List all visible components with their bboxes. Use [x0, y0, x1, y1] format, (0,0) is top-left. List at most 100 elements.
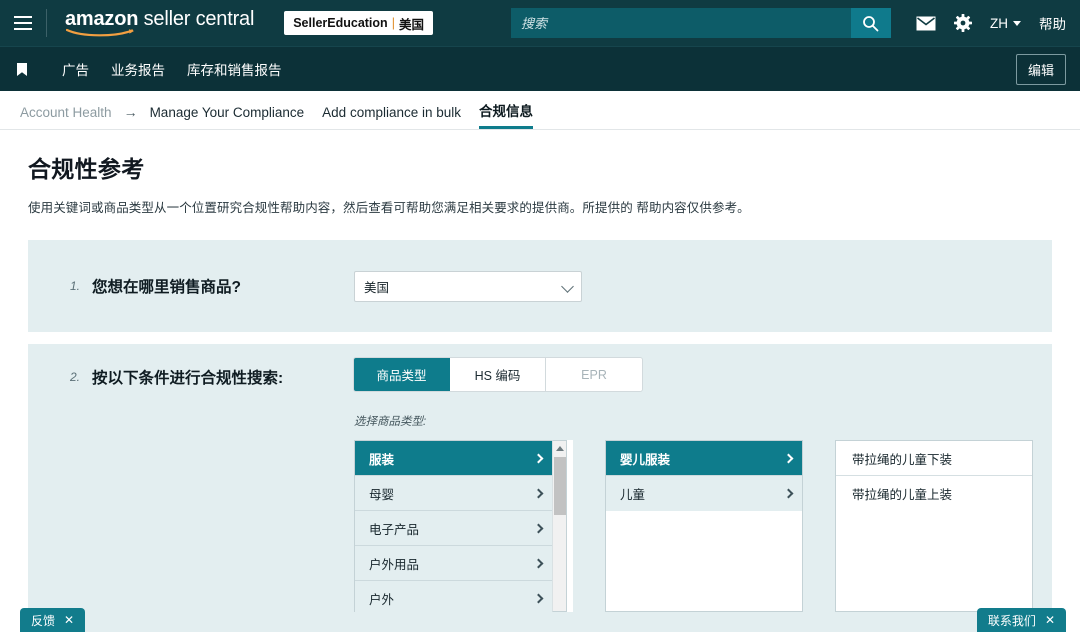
list-item[interactable]: 带拉绳的儿童下装 — [836, 441, 1032, 476]
step-2-number: 2. — [28, 344, 92, 384]
list-item[interactable]: 电子产品 — [355, 511, 552, 546]
step-1-body: 美国 — [354, 271, 1052, 302]
page-content: 合规性参考 使用关键词或商品类型从一个位置研究合规性帮助内容，然后查看可帮助您满… — [0, 150, 1080, 632]
language-selector[interactable]: ZH — [990, 16, 1021, 31]
chevron-right-icon — [784, 453, 794, 463]
close-icon[interactable]: ✕ — [64, 613, 74, 627]
header-right-controls: ZH 帮助 — [916, 13, 1066, 33]
category-columns: 服装 母婴 电子产品 户外用品 — [354, 440, 1052, 612]
page-title: 合规性参考 — [28, 150, 1080, 184]
list-item[interactable]: 儿童 — [606, 476, 802, 511]
mail-icon — [916, 16, 936, 31]
step-2-body: 商品类型 HS 编码 EPR 选择商品类型: 服装 母婴 — [354, 344, 1052, 612]
chevron-right-icon — [534, 488, 544, 498]
close-icon[interactable]: ✕ — [1045, 613, 1055, 627]
chevron-right-icon — [534, 558, 544, 568]
edit-nav-button[interactable]: 编辑 — [1016, 54, 1066, 85]
scrollbar-up-button[interactable] — [553, 441, 566, 455]
category-column-3: 带拉绳的儿童下装 带拉绳的儿童上装 — [835, 440, 1033, 612]
breadcrumb-item-manage-your-compliance[interactable]: Manage Your Compliance — [150, 105, 305, 129]
gear-icon — [954, 14, 972, 32]
triangle-up-icon — [556, 446, 564, 451]
tab-hs-code[interactable]: HS 编码 — [450, 358, 546, 391]
nav-item-inventory-sales-reports[interactable]: 库存和销售报告 — [187, 59, 282, 79]
secondary-nav-bar: 广告 业务报告 库存和销售报告 编辑 — [0, 46, 1080, 91]
chevron-right-icon — [534, 594, 544, 604]
scrollbar-thumb[interactable] — [554, 457, 566, 515]
breadcrumb-item-add-compliance-in-bulk[interactable]: Add compliance in bulk — [322, 105, 461, 129]
hamburger-line — [14, 28, 32, 30]
help-link[interactable]: 帮助 — [1039, 13, 1066, 33]
nav-item-advertising[interactable]: 广告 — [62, 59, 89, 79]
category-column-2: 婴儿服装 儿童 — [605, 440, 803, 612]
account-marketplace-badge[interactable]: SellerEducation | 美国 — [284, 11, 433, 35]
breadcrumb: Account Health → Manage Your Compliance … — [0, 91, 1080, 130]
category-label: 婴儿服装 — [620, 449, 670, 468]
hamburger-menu-icon[interactable] — [0, 0, 46, 46]
chevron-right-icon — [534, 453, 544, 463]
brand-amazon-text: amazon — [65, 8, 138, 30]
settings-button[interactable] — [954, 14, 972, 32]
category-column-1-list: 服装 母婴 电子产品 户外用品 — [354, 440, 552, 612]
header-divider — [46, 9, 47, 37]
brand-text: amazon seller central — [65, 9, 254, 29]
marketplace-name: 美国 — [399, 14, 424, 33]
chevron-right-icon — [784, 489, 794, 499]
list-item[interactable]: 户外用品 — [355, 546, 552, 581]
page-description: 使用关键词或商品类型从一个位置研究合规性帮助内容，然后查看可帮助您满足相关要求的… — [28, 197, 1080, 216]
step-1-panel: 1. 您想在哪里销售商品? 美国 — [28, 240, 1052, 332]
category-label: 带拉绳的儿童下装 — [852, 449, 952, 468]
global-search — [511, 8, 891, 38]
account-name: SellerEducation — [293, 16, 387, 30]
category-label: 户外 — [369, 589, 394, 608]
list-item[interactable]: 服装 — [355, 441, 552, 476]
category-label: 服装 — [369, 449, 394, 468]
hamburger-line — [14, 16, 32, 18]
bookmark-button[interactable] — [0, 62, 44, 77]
search-mode-tabs: 商品类型 HS 编码 EPR — [354, 358, 642, 391]
feedback-label: 反馈 — [31, 612, 55, 629]
tab-product-type[interactable]: 商品类型 — [354, 358, 450, 391]
hamburger-line — [14, 22, 32, 24]
breadcrumb-item-account-health[interactable]: Account Health — [20, 105, 112, 129]
category-label: 儿童 — [620, 484, 645, 503]
category-label: 母婴 — [369, 484, 394, 503]
tab-epr[interactable]: EPR — [546, 358, 642, 391]
messages-button[interactable] — [916, 16, 936, 31]
category-label: 电子产品 — [369, 519, 419, 538]
list-item[interactable]: 带拉绳的儿童上装 — [836, 476, 1032, 511]
search-icon — [862, 15, 879, 32]
category-picker-label: 选择商品类型: — [354, 413, 1052, 429]
top-header-bar: amazon seller central SellerEducation | … — [0, 0, 1080, 46]
contact-us-tab[interactable]: 联系我们 ✕ — [977, 608, 1066, 632]
nav-items: 广告 业务报告 库存和销售报告 — [62, 59, 282, 79]
step-2-label: 按以下条件进行合规性搜索: — [92, 344, 354, 388]
category-label: 带拉绳的儿童上装 — [852, 484, 952, 503]
category-column-1: 服装 母婴 电子产品 户外用品 — [354, 440, 573, 612]
breadcrumb-items: Account Health → Manage Your Compliance … — [20, 91, 533, 129]
step-2-panel: 2. 按以下条件进行合规性搜索: 商品类型 HS 编码 EPR 选择商品类型: … — [28, 344, 1052, 632]
bookmark-icon — [16, 62, 28, 77]
list-item[interactable]: 母婴 — [355, 476, 552, 511]
amazon-seller-central-logo[interactable]: amazon seller central — [65, 9, 268, 37]
chevron-right-icon — [534, 523, 544, 533]
step-1-number: 1. — [28, 279, 92, 293]
search-input[interactable] — [511, 8, 851, 38]
marketplace-select-value[interactable]: 美国 — [354, 271, 582, 302]
search-button[interactable] — [851, 8, 891, 38]
nav-item-business-reports[interactable]: 业务报告 — [111, 59, 165, 79]
breadcrumb-arrow-icon: → — [112, 104, 150, 129]
badge-separator: | — [392, 16, 395, 30]
breadcrumb-item-compliance-info[interactable]: 合规信息 — [479, 100, 533, 129]
contact-us-label: 联系我们 — [988, 612, 1036, 629]
panel-spacer — [0, 332, 1080, 344]
amazon-smile-icon — [66, 28, 140, 37]
list-item[interactable]: 婴儿服装 — [606, 441, 802, 476]
category-label: 户外用品 — [369, 554, 419, 573]
brand-suffix-text: seller central — [138, 8, 254, 30]
list-item[interactable]: 户外 — [355, 581, 552, 612]
marketplace-select[interactable]: 美国 — [354, 271, 582, 302]
category-list-scrollbar[interactable] — [552, 440, 567, 612]
step-1-label: 您想在哪里销售商品? — [92, 275, 354, 297]
feedback-tab[interactable]: 反馈 ✕ — [20, 608, 85, 632]
